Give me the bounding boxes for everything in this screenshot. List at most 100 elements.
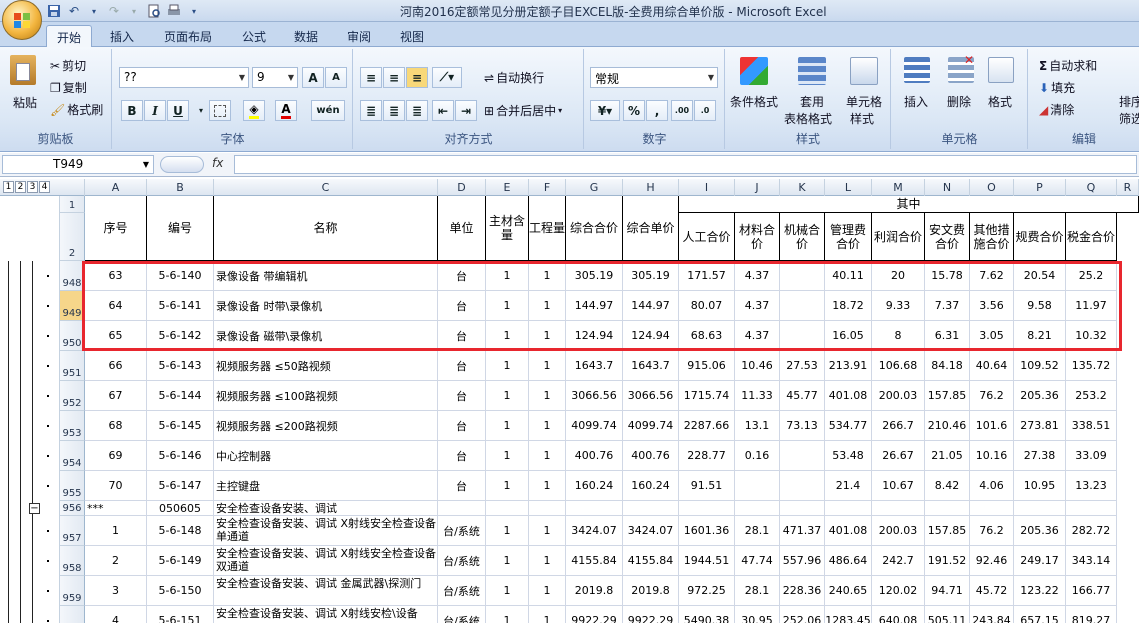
cell-mq[interactable]: 1 (486, 606, 529, 623)
cell-mq[interactable]: 1 (486, 321, 529, 351)
cell-seq[interactable]: 64 (85, 291, 147, 321)
cell-unit[interactable]: 台/系统 (438, 516, 486, 546)
column-header-P[interactable]: P (1014, 179, 1066, 196)
cell-up[interactable]: 1643.7 (623, 351, 679, 381)
cell-style-button-line2[interactable]: 样式 (850, 110, 874, 127)
cell-other[interactable]: 7.62 (970, 261, 1014, 291)
cell-tp[interactable]: 2019.8 (566, 576, 623, 606)
undo-dropdown-icon[interactable]: ▾ (86, 3, 102, 19)
cell-name[interactable]: 中心控制器 (214, 441, 438, 471)
cell-labor[interactable]: 91.51 (679, 471, 735, 501)
cell-mat[interactable]: 4.37 (735, 261, 780, 291)
cell-mgmt[interactable] (825, 501, 872, 516)
cell-mat[interactable]: 11.33 (735, 381, 780, 411)
cell-safety[interactable]: 15.78 (925, 261, 970, 291)
cell-other[interactable]: 76.2 (970, 381, 1014, 411)
orientation-button[interactable]: ⟋▾ (432, 67, 462, 88)
row-header-952[interactable]: 952 (60, 381, 85, 411)
align-center-button[interactable]: ≣ (383, 100, 405, 121)
cell-code[interactable]: 5-6-149 (147, 546, 214, 576)
cell-other[interactable]: 4.06 (970, 471, 1014, 501)
save-icon[interactable] (46, 3, 62, 19)
paste-button[interactable]: 粘贴 (13, 94, 37, 111)
cell-tax[interactable]: 33.09 (1066, 441, 1117, 471)
cell-labor[interactable]: 1944.51 (679, 546, 735, 576)
cell-tp[interactable]: 3424.07 (566, 516, 623, 546)
cell-code[interactable]: 5-6-142 (147, 321, 214, 351)
increase-indent-button[interactable]: ⇥ (455, 100, 477, 121)
cell-mgmt[interactable]: 240.65 (825, 576, 872, 606)
column-header-A[interactable]: A (85, 179, 147, 196)
cell-other[interactable]: 3.56 (970, 291, 1014, 321)
cell-code[interactable]: 5-6-141 (147, 291, 214, 321)
column-header-D[interactable]: D (438, 179, 486, 196)
cell-up[interactable] (623, 501, 679, 516)
cell-fees[interactable]: 20.54 (1014, 261, 1066, 291)
cell-safety[interactable]: 157.85 (925, 516, 970, 546)
cell-mgmt[interactable]: 401.08 (825, 516, 872, 546)
row-header-948[interactable]: 948 (60, 261, 85, 291)
cell-wq[interactable]: 1 (529, 261, 566, 291)
cell-seq[interactable]: 3 (85, 576, 147, 606)
cell-safety[interactable]: 94.71 (925, 576, 970, 606)
tab-view[interactable]: 视图 (390, 25, 434, 47)
row-header-955[interactable]: 955 (60, 471, 85, 501)
row-header-958[interactable]: 958 (60, 546, 85, 576)
align-left-button[interactable]: ≣ (360, 100, 382, 121)
cell-mq[interactable]: 1 (486, 381, 529, 411)
cell-tp[interactable]: 160.24 (566, 471, 623, 501)
cell-up[interactable]: 9922.29 (623, 606, 679, 623)
cell-fees[interactable]: 273.81 (1014, 411, 1066, 441)
cell-mgmt[interactable]: 486.64 (825, 546, 872, 576)
shrink-font-button[interactable]: A (325, 67, 347, 88)
cell-mach[interactable] (780, 291, 825, 321)
cell-profit[interactable]: 200.03 (872, 516, 925, 546)
column-header-E[interactable]: E (486, 179, 529, 196)
cell-unit[interactable]: 台 (438, 441, 486, 471)
formula-bar-expand-handle[interactable] (160, 156, 204, 173)
row-header-949[interactable]: 949 (60, 291, 85, 321)
insert-function-icon[interactable]: fx (212, 156, 223, 170)
cell-tp[interactable]: 400.76 (566, 441, 623, 471)
cell-labor[interactable]: 68.63 (679, 321, 735, 351)
cell-tax[interactable]: 25.2 (1066, 261, 1117, 291)
decrease-indent-button[interactable]: ⇤ (432, 100, 454, 121)
wrap-text-button[interactable]: ⇌ 自动换行 (484, 69, 544, 86)
cell-up[interactable]: 4099.74 (623, 411, 679, 441)
tab-insert[interactable]: 插入 (100, 25, 144, 47)
cell-safety[interactable] (925, 501, 970, 516)
cell-unit[interactable]: 台 (438, 261, 486, 291)
cell-wq[interactable]: 1 (529, 546, 566, 576)
cell-profit[interactable]: 242.7 (872, 546, 925, 576)
cell-name[interactable]: 录像设备 磁带\录像机 (214, 321, 438, 351)
cell-other[interactable]: 101.6 (970, 411, 1014, 441)
cell-mach[interactable]: 45.77 (780, 381, 825, 411)
cell-code[interactable]: 5-6-140 (147, 261, 214, 291)
row-header-959[interactable]: 959 (60, 576, 85, 606)
cell-safety[interactable]: 505.11 (925, 606, 970, 623)
cell-profit[interactable]: 10.67 (872, 471, 925, 501)
cell-other[interactable] (970, 501, 1014, 516)
cell-other[interactable]: 45.72 (970, 576, 1014, 606)
cell-mat[interactable]: 4.37 (735, 321, 780, 351)
cell-mat[interactable]: 0.16 (735, 441, 780, 471)
cell-fees[interactable]: 109.52 (1014, 351, 1066, 381)
cell-seq[interactable]: 69 (85, 441, 147, 471)
select-all-corner[interactable] (60, 179, 85, 196)
print-icon[interactable] (166, 3, 182, 19)
cell-name[interactable]: 安全检查设备安装、调试 X射线安检\设备 (214, 606, 438, 623)
conditional-format-button[interactable]: 条件格式 (730, 93, 778, 110)
outline-level-4-button[interactable]: 4 (39, 181, 50, 193)
cell-tp[interactable]: 4099.74 (566, 411, 623, 441)
cell-profit[interactable]: 266.7 (872, 411, 925, 441)
undo-icon[interactable]: ↶ (66, 3, 82, 19)
cell-tax[interactable]: 253.2 (1066, 381, 1117, 411)
row-header-951[interactable]: 951 (60, 351, 85, 381)
cell-tp[interactable]: 305.19 (566, 261, 623, 291)
autosum-button[interactable]: Σ 自动求和 (1039, 57, 1097, 74)
row-header-956[interactable]: 956 (60, 501, 85, 516)
column-header-I[interactable]: I (679, 179, 735, 196)
currency-button[interactable]: ¥▾ (590, 100, 620, 121)
cell-safety[interactable]: 6.31 (925, 321, 970, 351)
cell-safety[interactable]: 84.18 (925, 351, 970, 381)
